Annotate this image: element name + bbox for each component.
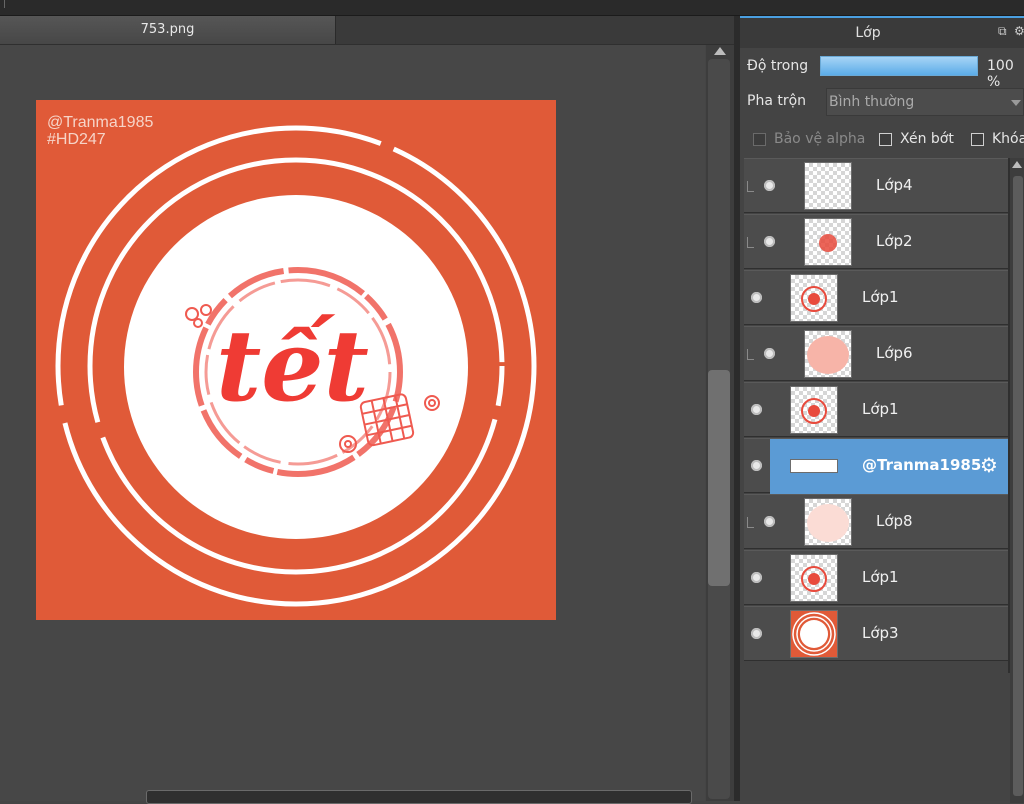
layer-thumbnail xyxy=(804,330,852,378)
canvas-area[interactable]: @Tranma1985 #HD247 tết xyxy=(0,45,705,804)
top-toolbar xyxy=(0,0,1024,16)
tet-text: tết xyxy=(216,309,369,424)
layer-name: Lớp1 xyxy=(862,568,899,586)
layer-name: Lớp4 xyxy=(876,176,913,194)
visibility-eye-icon[interactable] xyxy=(751,628,762,639)
scroll-thumb[interactable] xyxy=(708,370,730,586)
layer-thumbnail xyxy=(790,610,838,658)
blend-label: Pha trộn xyxy=(747,93,807,109)
scroll-up-arrow-icon[interactable] xyxy=(1012,161,1022,168)
visibility-eye-icon[interactable] xyxy=(764,236,775,247)
layer-name: Lớp3 xyxy=(862,624,899,642)
visibility-eye-icon[interactable] xyxy=(764,180,775,191)
layer-name: Lớp6 xyxy=(876,344,913,362)
layer-thumbnail xyxy=(804,498,852,546)
tet-logo-icon xyxy=(801,286,827,312)
layer-row[interactable]: Lớp3 xyxy=(744,606,1008,661)
gear-icon[interactable]: ⚙ xyxy=(980,455,998,475)
visibility-eye-icon[interactable] xyxy=(764,516,775,527)
layer-list: Lớp4 Lớp2 Lớp1 Lớp6 Lớp1 @Tranma1985 ⚙ L… xyxy=(744,158,1008,803)
clip-indicator-icon xyxy=(747,517,754,528)
opacity-slider[interactable] xyxy=(820,56,978,76)
layer-row[interactable]: Lớp4 xyxy=(744,158,1008,213)
layer-row[interactable]: Lớp1 xyxy=(744,382,1008,437)
watermark-line2: #HD247 xyxy=(47,131,106,148)
chevron-down-icon xyxy=(1011,100,1021,106)
layer-row[interactable]: Lớp8 xyxy=(744,494,1008,549)
undock-icon[interactable]: ⧉ xyxy=(998,25,1010,37)
layer-name: Lớp1 xyxy=(862,288,899,306)
tet-logo-icon xyxy=(801,398,827,424)
blend-mode-value: Bình thường xyxy=(829,94,915,110)
clip-indicator-icon xyxy=(747,181,754,192)
protect-alpha-checkbox[interactable]: Bảo vệ alpha xyxy=(753,131,865,147)
red-blob-icon xyxy=(819,234,837,252)
document-tabbar: 753.png xyxy=(0,16,734,45)
blend-mode-select[interactable]: Bình thường xyxy=(826,88,1024,116)
horizontal-scrollbar[interactable] xyxy=(146,790,692,804)
layer-panel-header: Lớp ⧉ ⚙ xyxy=(740,18,1024,48)
layer-thumbnail xyxy=(804,218,852,266)
layer-thumbnail xyxy=(790,386,838,434)
layer-name: Lớp2 xyxy=(876,232,913,250)
opacity-value: 100 % xyxy=(987,58,1014,90)
checkbox-label: Khóa xyxy=(992,131,1024,147)
visibility-eye-icon[interactable] xyxy=(751,404,762,415)
visibility-eye-icon[interactable] xyxy=(764,348,775,359)
scroll-thumb[interactable] xyxy=(1013,176,1023,796)
opacity-label: Độ trong xyxy=(747,58,809,74)
layer-row[interactable]: Lớp6 xyxy=(744,326,1008,381)
clip-indicator-icon xyxy=(747,349,754,360)
layer-list-scrollbar[interactable] xyxy=(1010,158,1024,803)
lock-checkbox[interactable]: Khóa xyxy=(971,131,1024,147)
watermark-line1: @Tranma1985 xyxy=(47,114,153,131)
checkbox-box xyxy=(879,132,892,146)
layer-row-selected[interactable]: @Tranma1985 ⚙ xyxy=(744,438,1008,494)
checkbox-label: Xén bớt xyxy=(900,131,954,147)
pink-ellipse-icon xyxy=(807,336,849,374)
document-tab[interactable]: 753.png xyxy=(0,16,336,44)
layer-name: @Tranma1985 xyxy=(862,456,982,474)
rings-icon xyxy=(792,612,836,656)
layer-thumbnail xyxy=(804,162,852,210)
layer-row[interactable]: Lớp2 xyxy=(744,214,1008,269)
clipping-checkbox[interactable]: Xén bớt xyxy=(879,131,954,147)
layer-panel-title: Lớp xyxy=(855,25,881,41)
layer-panel: Lớp ⧉ ⚙ Độ trong 100 % Pha trộn Bình thư… xyxy=(740,16,1024,803)
checkbox-box xyxy=(971,132,984,146)
visibility-eye-icon[interactable] xyxy=(751,460,762,471)
layer-thumbnail xyxy=(790,554,838,602)
light-pink-ellipse-icon xyxy=(807,504,849,542)
clip-indicator-icon xyxy=(747,237,754,248)
scroll-up-arrow-icon[interactable] xyxy=(714,47,726,55)
layer-name: Lớp8 xyxy=(876,512,913,530)
layer-row[interactable]: Lớp1 xyxy=(744,550,1008,605)
visibility-eye-icon[interactable] xyxy=(751,292,762,303)
layer-thumbnail xyxy=(790,274,838,322)
checkbox-label: Bảo vệ alpha xyxy=(774,131,866,147)
checkbox-box xyxy=(753,132,766,146)
layer-row[interactable]: Lớp1 xyxy=(744,270,1008,325)
tet-logo-icon xyxy=(801,566,827,592)
panel-menu-icon[interactable]: ⚙ xyxy=(1014,25,1024,37)
layer-name: Lớp1 xyxy=(862,400,899,418)
canvas-vertical-scrollbar[interactable] xyxy=(706,45,734,801)
visibility-eye-icon[interactable] xyxy=(751,572,762,583)
toolbar-handle xyxy=(0,0,5,8)
artwork-canvas[interactable]: @Tranma1985 #HD247 tết xyxy=(36,100,556,620)
layer-thumbnail xyxy=(790,459,838,473)
